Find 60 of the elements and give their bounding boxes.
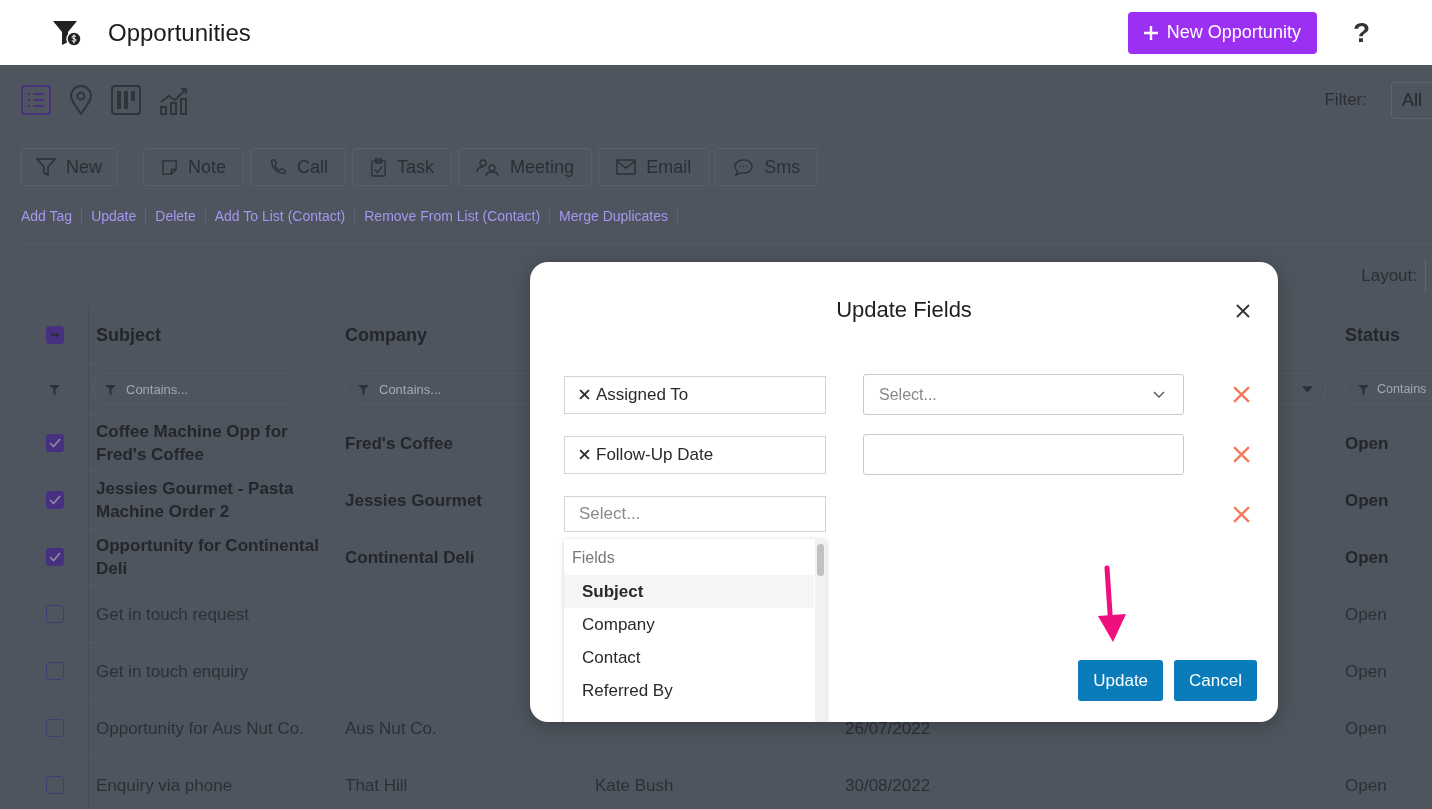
row-checkbox[interactable]: [45, 434, 64, 452]
check-icon: [48, 552, 61, 562]
envelope-icon: [616, 159, 637, 175]
filter-icon: [1358, 383, 1369, 395]
map-pin-icon[interactable]: [69, 85, 93, 115]
update-button[interactable]: Update: [1078, 660, 1164, 701]
list-view-icon[interactable]: [21, 85, 51, 115]
row-checkbox[interactable]: [45, 491, 64, 509]
chat-bubble-icon: [733, 157, 755, 177]
dropdown-option[interactable]: Referred By: [564, 674, 814, 707]
delete-row-icon[interactable]: [1233, 386, 1250, 403]
value-input[interactable]: [863, 434, 1184, 475]
remove-icon[interactable]: [579, 449, 590, 460]
filter-icon: [358, 383, 369, 395]
row-checkbox[interactable]: [45, 548, 64, 566]
funnel-icon: [36, 157, 56, 177]
check-icon: [48, 495, 61, 505]
row-checkbox[interactable]: [45, 662, 64, 680]
bulk-action-link[interactable]: Merge Duplicates: [550, 208, 678, 224]
clipboard-check-icon: [370, 157, 388, 177]
plus-icon: [1143, 25, 1158, 40]
group-label: Fields: [571, 548, 616, 568]
row-checkbox[interactable]: [45, 605, 64, 623]
dropdown-option[interactable]: Company: [564, 608, 814, 641]
bulk-action-link[interactable]: Add To List (Contact): [205, 208, 356, 224]
board-view-icon[interactable]: [111, 85, 141, 115]
cancel-button[interactable]: Cancel: [1174, 660, 1257, 701]
dropdown-option[interactable]: Contact: [564, 641, 814, 674]
delete-row-icon[interactable]: [1233, 446, 1250, 463]
bulk-action-link[interactable]: Delete: [146, 208, 206, 224]
field-chip[interactable]: Follow-Up Date: [564, 435, 826, 474]
dialog-title: Update Fields: [836, 296, 972, 323]
help-icon[interactable]: ?: [1352, 16, 1370, 49]
bulk-action-link[interactable]: Update: [82, 208, 147, 224]
check-icon: [48, 438, 61, 448]
value-select[interactable]: Select...: [863, 374, 1184, 415]
dropdown-option[interactable]: Subject: [564, 575, 814, 608]
remove-icon[interactable]: [579, 389, 590, 400]
close-icon[interactable]: [1236, 304, 1250, 318]
scrollbar[interactable]: [815, 539, 826, 722]
bar-chart-icon[interactable]: [159, 85, 189, 115]
field-chip[interactable]: Assigned To: [564, 375, 826, 414]
phone-icon: [268, 157, 288, 177]
bulk-action-link[interactable]: Add Tag: [21, 208, 83, 224]
bulk-action-link[interactable]: Remove From List (Contact): [355, 208, 551, 224]
delete-row-icon[interactable]: [1233, 505, 1250, 523]
note-icon: [161, 158, 178, 176]
pointer-arrow-icon: [1095, 564, 1129, 644]
select-all-checkbox[interactable]: [45, 326, 64, 344]
filter-icon: [49, 383, 60, 395]
funnel-dollar-icon: [52, 18, 82, 47]
caret-down-icon: [1302, 385, 1313, 393]
page-title: Opportunities: [108, 18, 251, 47]
people-icon: [476, 157, 501, 177]
filter-icon: [105, 383, 116, 395]
row-checkbox[interactable]: [45, 776, 64, 794]
chevron-down-icon: [1153, 391, 1165, 398]
new-opportunity-button[interactable]: New Opportunity: [1127, 11, 1317, 54]
row-checkbox[interactable]: [45, 719, 64, 737]
field-select[interactable]: Select...: [564, 496, 826, 532]
